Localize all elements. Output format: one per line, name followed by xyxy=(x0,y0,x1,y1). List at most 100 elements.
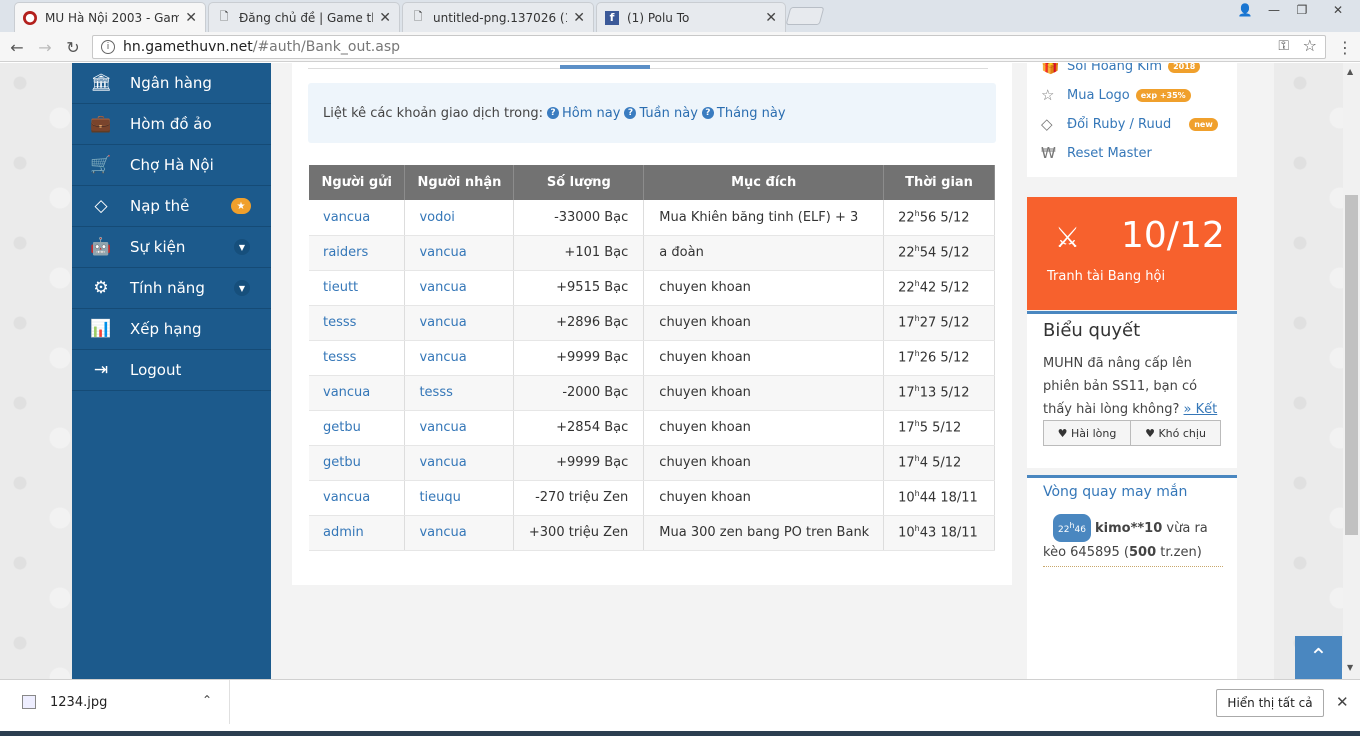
restore-icon[interactable]: ❐ xyxy=(1290,0,1314,20)
time-rest: 26 5/12 xyxy=(919,350,970,366)
sidebar-item-tinh-nang[interactable]: ⚙ Tính năng ▼ xyxy=(72,268,271,309)
cell-purpose: chuyen khoan xyxy=(643,375,885,411)
cell-receiver[interactable]: tesss xyxy=(404,375,515,411)
briefcase-icon: 💼 xyxy=(90,114,112,134)
col-time-header: Thời gian xyxy=(883,165,995,200)
cogs-icon: ⚙ xyxy=(93,278,109,298)
filter-today-link[interactable]: Hôm nay xyxy=(562,106,620,121)
time-badge: 22h46 xyxy=(1053,514,1091,542)
cell-receiver[interactable]: vancua xyxy=(404,340,515,376)
cell-sender[interactable]: admin xyxy=(309,515,406,551)
cell-receiver[interactable]: vancua xyxy=(404,445,515,481)
cell-receiver[interactable]: vodoi xyxy=(404,200,515,236)
cell-sender[interactable]: tesss xyxy=(309,340,406,376)
menu-badge: new xyxy=(1189,117,1218,131)
sidebar-item-su-kien[interactable]: 🤖 Sự kiện ▼ xyxy=(72,227,271,268)
sidebar-item-logout[interactable]: ⇥ Logout xyxy=(72,350,271,391)
star-badge-icon: ★ xyxy=(231,198,251,214)
reload-icon[interactable]: ↻ xyxy=(62,36,84,58)
user-icon[interactable]: 👤 xyxy=(1234,0,1256,20)
cell-receiver[interactable]: vancua xyxy=(404,410,515,446)
menu-item-label: Soi Hoàng Kim xyxy=(1067,63,1163,74)
forward-icon[interactable]: → xyxy=(34,36,56,58)
cell-sender[interactable]: vancua xyxy=(309,375,406,411)
time-hour: 17 xyxy=(898,385,915,401)
time-rest: 56 5/12 xyxy=(919,210,970,226)
cell-receiver[interactable]: vancua xyxy=(404,515,515,551)
cell-sender[interactable]: tieutt xyxy=(309,270,406,306)
time-hour: 17 xyxy=(898,315,915,331)
close-tab-icon[interactable]: ✕ xyxy=(379,10,391,26)
scroll-to-top-button[interactable]: ⌃ xyxy=(1295,636,1342,679)
time-hour: 17 xyxy=(898,455,915,471)
scrollbar-thumb[interactable] xyxy=(1345,195,1358,535)
tab-strip: ● MU Hà Nội 2003 - Game ✕ 🗋 Đăng chủ đề … xyxy=(0,0,1360,32)
address-bar[interactable]: i hn.gamethuvn.net/#auth/Bank_out.asp ⚿ … xyxy=(92,35,1326,59)
browser-tab-1[interactable]: ● MU Hà Nội 2003 - Game ✕ xyxy=(14,2,206,32)
cell-amount: -270 triệu Zen xyxy=(513,480,645,516)
scroll-down-arrow-icon[interactable]: ▼ xyxy=(1347,663,1353,672)
promo-label: Tranh tài Bang hội xyxy=(1047,269,1166,284)
menu-item-soi-hoang-kim[interactable]: 🎁 Soi Hoàng Kim 2018 xyxy=(1041,63,1201,75)
sidebar-item-cho-ha-noi[interactable]: 🛒 Chợ Hà Nội xyxy=(72,145,271,186)
new-tab-button[interactable] xyxy=(785,7,825,25)
close-download-bar-icon[interactable]: ✕ xyxy=(1336,693,1349,711)
chevron-down-icon[interactable]: ▼ xyxy=(234,280,250,296)
cell-sender[interactable]: vancua xyxy=(309,480,406,516)
chevron-down-icon[interactable]: ▼ xyxy=(234,239,250,255)
close-tab-icon[interactable]: ✕ xyxy=(185,10,197,26)
minimize-icon[interactable]: — xyxy=(1262,0,1286,20)
cell-purpose: chuyen khoan xyxy=(643,480,885,516)
cell-sender[interactable]: raiders xyxy=(309,235,406,271)
info-icon[interactable]: i xyxy=(101,40,115,54)
bookmark-star-icon[interactable]: ☆ xyxy=(1303,36,1317,55)
filter-month-link[interactable]: Tháng này xyxy=(717,106,786,121)
cell-sender[interactable]: getbu xyxy=(309,410,406,446)
cell-purpose: chuyen khoan xyxy=(643,270,885,306)
lucky-wheel-box: Vòng quay may mắn 22h46 kimo**10 vừa ra k… xyxy=(1027,475,1237,679)
browser-tab-4[interactable]: f (1) Polu To ✕ xyxy=(596,2,786,32)
cell-sender[interactable]: tesss xyxy=(309,305,406,341)
cell-receiver[interactable]: tieuqu xyxy=(404,480,515,516)
menu-badge: 2018 xyxy=(1168,63,1201,73)
cell-receiver[interactable]: vancua xyxy=(404,235,515,271)
sidebar-item-xep-hang[interactable]: 📊 Xếp hạng xyxy=(72,309,271,350)
filter-week-link[interactable]: Tuần này xyxy=(639,106,697,121)
sidebar-item-ngan-hang[interactable]: 🏛 Ngân hàng xyxy=(72,63,271,104)
back-icon[interactable]: ← xyxy=(6,36,28,58)
transactions-table: Người gửi Người nhận Số lượng Mục đích T… xyxy=(309,165,995,551)
vote-satisfied-button[interactable]: ♥ Hài lòng xyxy=(1043,420,1131,446)
sidebar-item-label: Logout xyxy=(130,361,182,379)
close-tab-icon[interactable]: ✕ xyxy=(573,10,585,26)
question-icon: ? xyxy=(547,107,560,119)
cell-time: 22h56 5/12 xyxy=(883,200,995,236)
close-tab-icon[interactable]: ✕ xyxy=(765,10,777,26)
download-item[interactable]: 1234.jpg ⌃ xyxy=(0,680,230,724)
menu-item-doi-ruby[interactable]: ◇ Đổi Ruby / Ruud new xyxy=(1041,115,1218,133)
close-window-icon[interactable]: ✕ xyxy=(1318,0,1358,20)
chevron-up-icon[interactable]: ⌃ xyxy=(202,693,212,707)
time-hour: 22 xyxy=(898,280,915,296)
vertical-scrollbar[interactable]: ▲ ▼ xyxy=(1343,63,1360,679)
guild-war-promo[interactable]: ⚔ 10/12 Tranh tài Bang hội xyxy=(1027,197,1237,310)
show-all-downloads-button[interactable]: Hiển thị tất cả xyxy=(1216,689,1324,717)
browser-tab-2[interactable]: 🗋 Đăng chủ đề | Game thủ ✕ xyxy=(208,2,400,32)
sidebar-item-hom-do-ao[interactable]: 💼 Hòm đồ ảo xyxy=(72,104,271,145)
cell-receiver[interactable]: vancua xyxy=(404,305,515,341)
tab-title: Đăng chủ đề | Game thủ xyxy=(239,10,374,25)
cell-sender[interactable]: vancua xyxy=(309,200,406,236)
cell-sender[interactable]: getbu xyxy=(309,445,406,481)
table-row: raiders vancua +101 Bạc a đoàn 22h54 5/12 xyxy=(309,235,995,271)
cell-time: 17h4 5/12 xyxy=(883,445,995,481)
sidebar-item-nap-the[interactable]: ◇ Nạp thẻ ★ xyxy=(72,186,271,227)
cell-receiver[interactable]: vancua xyxy=(404,270,515,306)
download-bar: 1234.jpg ⌃ Hiển thị tất cả ✕ xyxy=(0,679,1360,736)
browser-tab-3[interactable]: 🗋 untitled-png.137026 (136 ✕ xyxy=(402,2,594,32)
menu-item-reset-master[interactable]: ₩ Reset Master xyxy=(1041,144,1152,162)
vote-unhappy-button[interactable]: ♥ Khó chịu xyxy=(1131,420,1221,446)
key-icon[interactable]: ⚿ xyxy=(1278,38,1289,54)
menu-item-mua-logo[interactable]: ☆ Mua Logo exp +35% xyxy=(1041,86,1191,104)
menu-icon[interactable]: ⋮ xyxy=(1334,36,1356,58)
cell-time: 17h13 5/12 xyxy=(883,375,995,411)
scroll-up-arrow-icon[interactable]: ▲ xyxy=(1347,67,1353,76)
